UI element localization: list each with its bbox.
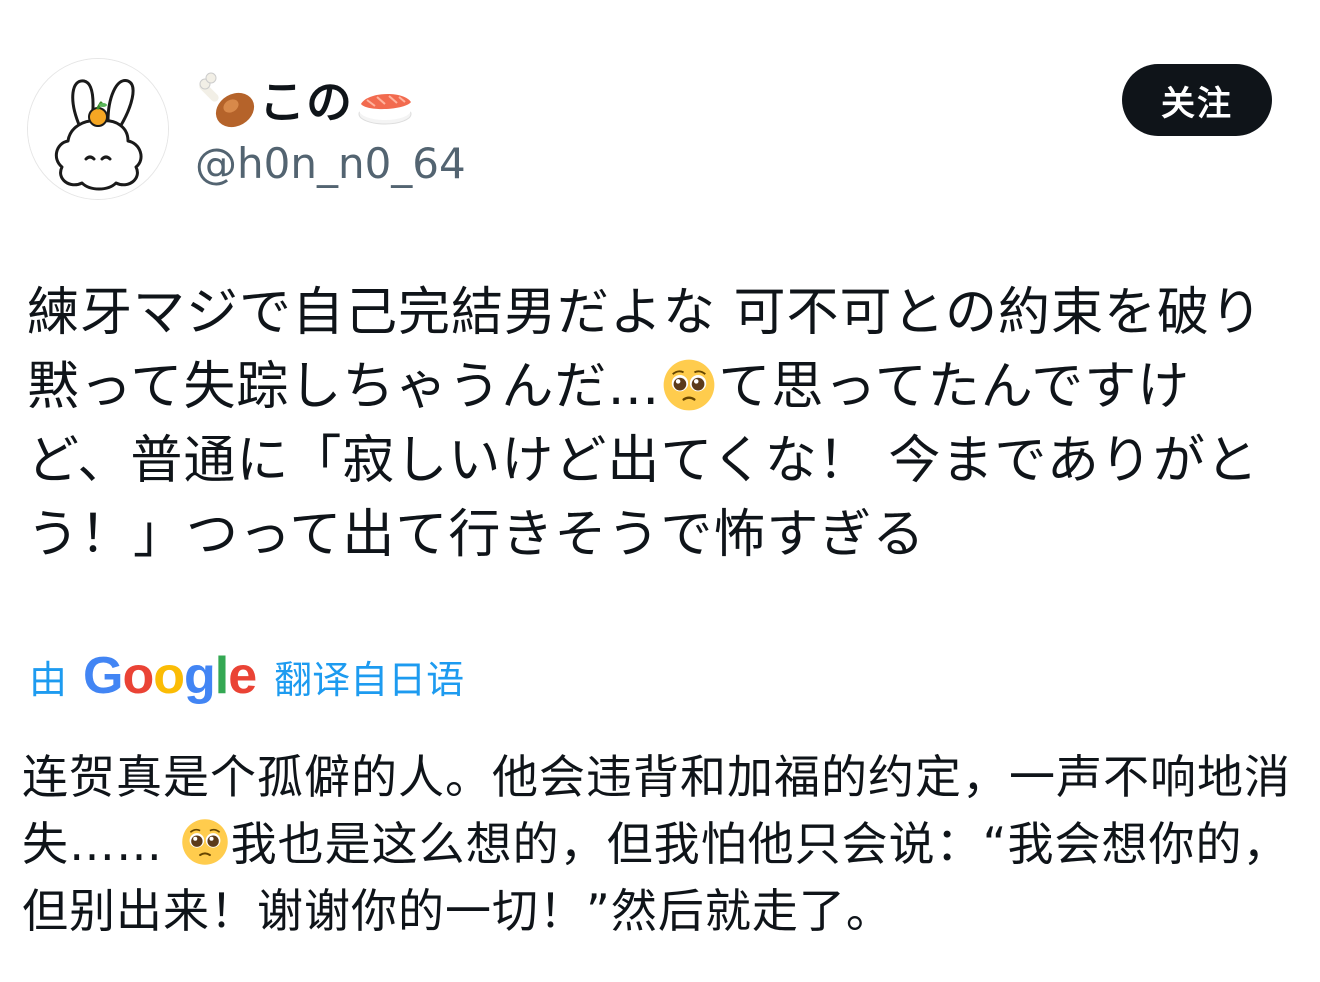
pleading-face-emoji-icon [181, 819, 228, 865]
pleading-face-emoji-icon [664, 359, 715, 411]
translated-from-link[interactable]: 翻译自日语 [274, 649, 464, 704]
tweet-text: 練牙マジで自己完結男だよな 可不可との約束を破り黙って失踪しちゃうんだ… て思って… [27, 276, 1287, 572]
translation-attribution: 由 Google 翻译自日语 [29, 644, 464, 708]
avatar[interactable] [27, 58, 169, 200]
display-name[interactable]: この [195, 64, 466, 140]
tweet-header: この @h0n_n0_64 关注 [27, 58, 1272, 203]
translated-by-label: 由 [29, 657, 68, 702]
poultry-leg-emoji-icon [199, 72, 255, 128]
google-logo: Google [83, 647, 257, 705]
follow-button[interactable]: 关注 [1122, 64, 1272, 136]
bunny-avatar-icon [28, 59, 168, 199]
sushi-emoji-icon [358, 93, 412, 125]
user-names: この @h0n_n0_64 [195, 64, 466, 190]
display-name-text: この [259, 75, 353, 129]
translated-text: 连贺真是个孤僻的人。他会违背和加福的约定，一声不响地消失…… 我也是这么想的，但… [22, 744, 1292, 945]
user-handle[interactable]: @h0n_n0_64 [195, 138, 466, 190]
